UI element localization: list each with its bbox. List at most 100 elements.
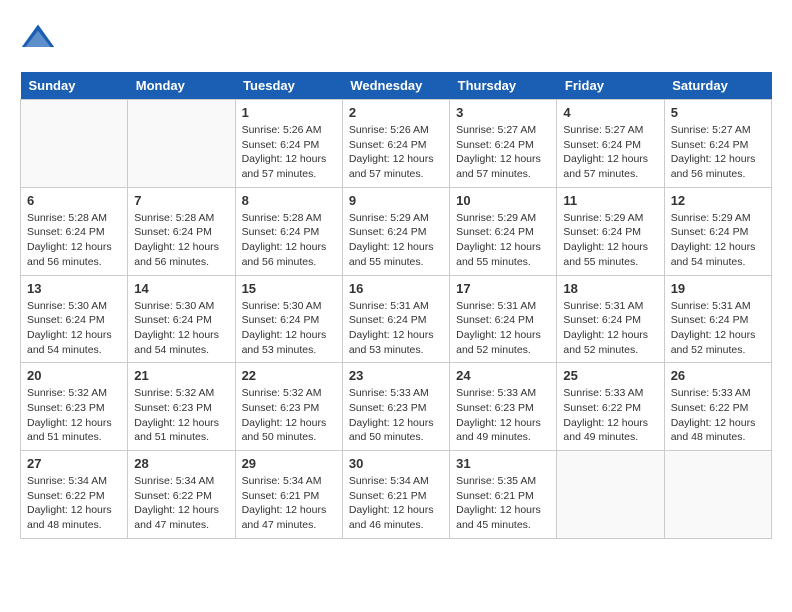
day-number: 9 [349, 193, 443, 208]
cell-text: Sunrise: 5:33 AM Sunset: 6:23 PM Dayligh… [349, 386, 443, 445]
cell-text: Sunrise: 5:31 AM Sunset: 6:24 PM Dayligh… [671, 299, 765, 358]
day-number: 19 [671, 281, 765, 296]
day-number: 23 [349, 368, 443, 383]
calendar-cell: 14 Sunrise: 5:30 AM Sunset: 6:24 PM Dayli… [128, 275, 235, 363]
cell-text: Sunrise: 5:28 AM Sunset: 6:24 PM Dayligh… [134, 211, 228, 270]
day-number: 29 [242, 456, 336, 471]
day-number: 24 [456, 368, 550, 383]
header-row: SundayMondayTuesdayWednesdayThursdayFrid… [21, 72, 772, 100]
cell-text: Sunrise: 5:29 AM Sunset: 6:24 PM Dayligh… [671, 211, 765, 270]
day-number: 30 [349, 456, 443, 471]
calendar-cell: 25Sunrise: 5:33 AM Sunset: 6:22 PM Dayli… [557, 363, 664, 451]
calendar-cell: 29 Sunrise: 5:34 AM Sunset: 6:21 PM Dayli… [235, 451, 342, 539]
calendar-week-2: 6 Sunrise: 5:28 AM Sunset: 6:24 PM Daylig… [21, 187, 772, 275]
cell-text: Sunrise: 5:30 AM Sunset: 6:24 PM Dayligh… [27, 299, 121, 358]
day-number: 31 [456, 456, 550, 471]
day-number: 28 [134, 456, 228, 471]
day-number: 4 [563, 105, 657, 120]
day-header-saturday: Saturday [664, 72, 771, 100]
cell-text: Sunrise: 5:32 AM Sunset: 6:23 PM Dayligh… [242, 386, 336, 445]
logo [20, 20, 62, 56]
day-number: 14 [134, 281, 228, 296]
cell-text: Sunrise: 5:33 AM Sunset: 6:23 PM Dayligh… [456, 386, 550, 445]
day-number: 11 [563, 193, 657, 208]
day-header-sunday: Sunday [21, 72, 128, 100]
calendar-cell: 22 Sunrise: 5:32 AM Sunset: 6:23 PM Dayli… [235, 363, 342, 451]
day-number: 20 [27, 368, 121, 383]
day-number: 18 [563, 281, 657, 296]
cell-text: Sunrise: 5:29 AM Sunset: 6:24 PM Dayligh… [563, 211, 657, 270]
calendar-cell: 5Sunrise: 5:27 AM Sunset: 6:24 PM Daylig… [664, 100, 771, 188]
cell-text: Sunrise: 5:32 AM Sunset: 6:23 PM Dayligh… [27, 386, 121, 445]
day-header-tuesday: Tuesday [235, 72, 342, 100]
cell-text: Sunrise: 5:30 AM Sunset: 6:24 PM Dayligh… [242, 299, 336, 358]
cell-text: Sunrise: 5:34 AM Sunset: 6:21 PM Dayligh… [349, 474, 443, 533]
calendar-cell: 2 Sunrise: 5:26 AM Sunset: 6:24 PM Daylig… [342, 100, 449, 188]
calendar-cell: 12 Sunrise: 5:29 AM Sunset: 6:24 PM Dayli… [664, 187, 771, 275]
calendar-cell: 28 Sunrise: 5:34 AM Sunset: 6:22 PM Dayli… [128, 451, 235, 539]
calendar-cell: 10Sunrise: 5:29 AM Sunset: 6:24 PM Dayli… [450, 187, 557, 275]
calendar-cell: 1 Sunrise: 5:26 AM Sunset: 6:24 PM Daylig… [235, 100, 342, 188]
day-number: 6 [27, 193, 121, 208]
calendar-cell: 30 Sunrise: 5:34 AM Sunset: 6:21 PM Dayli… [342, 451, 449, 539]
calendar-week-5: 27Sunrise: 5:34 AM Sunset: 6:22 PM Dayli… [21, 451, 772, 539]
cell-text: Sunrise: 5:28 AM Sunset: 6:24 PM Dayligh… [27, 211, 121, 270]
day-number: 26 [671, 368, 765, 383]
calendar-cell: 26 Sunrise: 5:33 AM Sunset: 6:22 PM Dayli… [664, 363, 771, 451]
calendar-week-4: 20 Sunrise: 5:32 AM Sunset: 6:23 PM Dayli… [21, 363, 772, 451]
cell-text: Sunrise: 5:30 AM Sunset: 6:24 PM Dayligh… [134, 299, 228, 358]
cell-text: Sunrise: 5:31 AM Sunset: 6:24 PM Dayligh… [349, 299, 443, 358]
cell-text: Sunrise: 5:28 AM Sunset: 6:24 PM Dayligh… [242, 211, 336, 270]
calendar-cell: 31Sunrise: 5:35 AM Sunset: 6:21 PM Dayli… [450, 451, 557, 539]
day-number: 1 [242, 105, 336, 120]
calendar-cell [128, 100, 235, 188]
page-header [20, 20, 772, 56]
cell-text: Sunrise: 5:33 AM Sunset: 6:22 PM Dayligh… [563, 386, 657, 445]
cell-text: Sunrise: 5:29 AM Sunset: 6:24 PM Dayligh… [456, 211, 550, 270]
calendar-cell: 18 Sunrise: 5:31 AM Sunset: 6:24 PM Dayli… [557, 275, 664, 363]
calendar-week-3: 13 Sunrise: 5:30 AM Sunset: 6:24 PM Dayli… [21, 275, 772, 363]
calendar-cell: 16Sunrise: 5:31 AM Sunset: 6:24 PM Dayli… [342, 275, 449, 363]
calendar-cell: 21 Sunrise: 5:32 AM Sunset: 6:23 PM Dayli… [128, 363, 235, 451]
calendar-cell: 17 Sunrise: 5:31 AM Sunset: 6:24 PM Dayli… [450, 275, 557, 363]
calendar-cell: 20 Sunrise: 5:32 AM Sunset: 6:23 PM Dayli… [21, 363, 128, 451]
calendar-cell: 13 Sunrise: 5:30 AM Sunset: 6:24 PM Dayli… [21, 275, 128, 363]
calendar-cell: 23 Sunrise: 5:33 AM Sunset: 6:23 PM Dayli… [342, 363, 449, 451]
day-number: 15 [242, 281, 336, 296]
calendar-cell: 24 Sunrise: 5:33 AM Sunset: 6:23 PM Dayli… [450, 363, 557, 451]
calendar-cell: 9 Sunrise: 5:29 AM Sunset: 6:24 PM Daylig… [342, 187, 449, 275]
cell-text: Sunrise: 5:26 AM Sunset: 6:24 PM Dayligh… [242, 123, 336, 182]
day-header-wednesday: Wednesday [342, 72, 449, 100]
day-number: 12 [671, 193, 765, 208]
calendar-cell: 3Sunrise: 5:27 AM Sunset: 6:24 PM Daylig… [450, 100, 557, 188]
day-header-monday: Monday [128, 72, 235, 100]
calendar-cell: 11 Sunrise: 5:29 AM Sunset: 6:24 PM Dayli… [557, 187, 664, 275]
calendar-cell: 8 Sunrise: 5:28 AM Sunset: 6:24 PM Daylig… [235, 187, 342, 275]
cell-text: Sunrise: 5:34 AM Sunset: 6:22 PM Dayligh… [134, 474, 228, 533]
day-number: 8 [242, 193, 336, 208]
day-number: 21 [134, 368, 228, 383]
cell-text: Sunrise: 5:34 AM Sunset: 6:22 PM Dayligh… [27, 474, 121, 533]
calendar-cell: 4Sunrise: 5:27 AM Sunset: 6:24 PM Daylig… [557, 100, 664, 188]
cell-text: Sunrise: 5:34 AM Sunset: 6:21 PM Dayligh… [242, 474, 336, 533]
calendar-cell: 6 Sunrise: 5:28 AM Sunset: 6:24 PM Daylig… [21, 187, 128, 275]
cell-text: Sunrise: 5:29 AM Sunset: 6:24 PM Dayligh… [349, 211, 443, 270]
cell-text: Sunrise: 5:33 AM Sunset: 6:22 PM Dayligh… [671, 386, 765, 445]
day-header-friday: Friday [557, 72, 664, 100]
day-number: 13 [27, 281, 121, 296]
cell-text: Sunrise: 5:31 AM Sunset: 6:24 PM Dayligh… [456, 299, 550, 358]
cell-text: Sunrise: 5:32 AM Sunset: 6:23 PM Dayligh… [134, 386, 228, 445]
cell-text: Sunrise: 5:26 AM Sunset: 6:24 PM Dayligh… [349, 123, 443, 182]
day-number: 17 [456, 281, 550, 296]
day-number: 2 [349, 105, 443, 120]
calendar-cell: 15 Sunrise: 5:30 AM Sunset: 6:24 PM Dayli… [235, 275, 342, 363]
day-number: 22 [242, 368, 336, 383]
calendar-cell: 7Sunrise: 5:28 AM Sunset: 6:24 PM Daylig… [128, 187, 235, 275]
calendar-cell: 19 Sunrise: 5:31 AM Sunset: 6:24 PM Dayli… [664, 275, 771, 363]
day-header-thursday: Thursday [450, 72, 557, 100]
day-number: 3 [456, 105, 550, 120]
cell-text: Sunrise: 5:31 AM Sunset: 6:24 PM Dayligh… [563, 299, 657, 358]
calendar-cell [664, 451, 771, 539]
calendar-cell [21, 100, 128, 188]
day-number: 5 [671, 105, 765, 120]
